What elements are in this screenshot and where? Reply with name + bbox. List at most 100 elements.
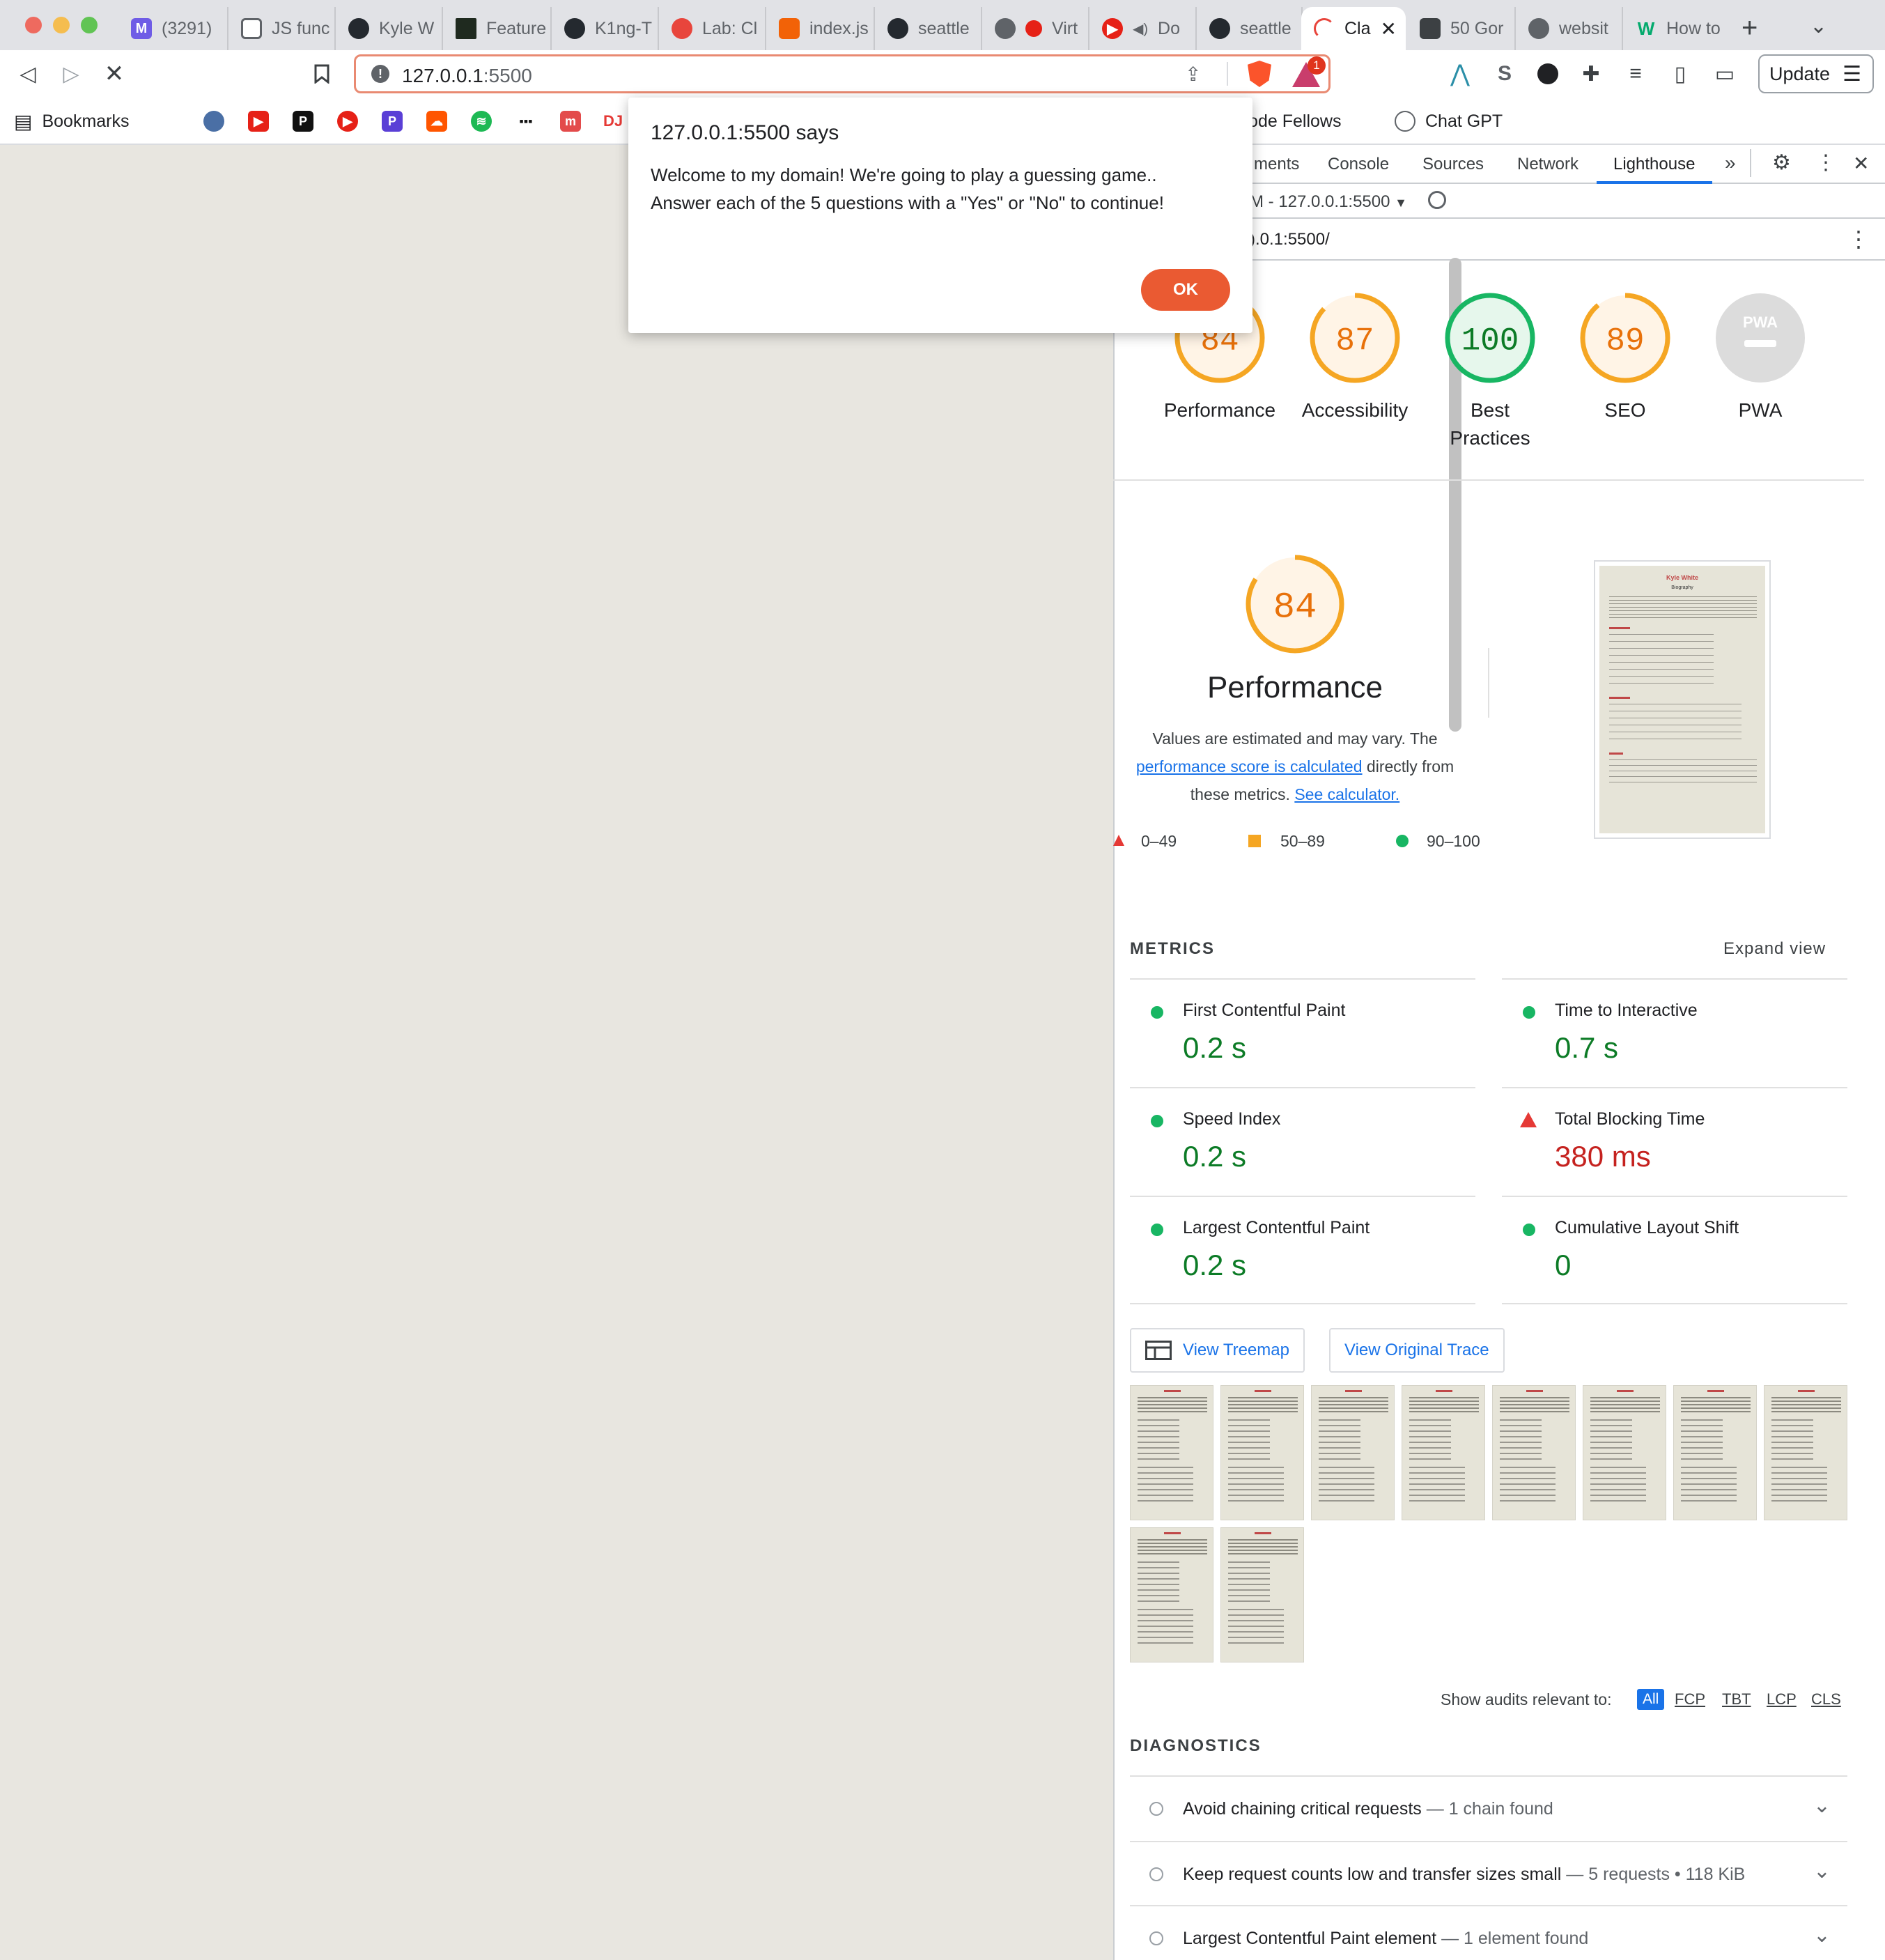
extension-chatgpt-icon[interactable] — [1533, 59, 1563, 89]
clear-report-icon[interactable] — [1428, 191, 1446, 209]
expand-view-toggle[interactable]: Expand view — [1723, 939, 1826, 959]
browser-tab[interactable]: JS func — [228, 7, 336, 50]
final-screenshot[interactable]: Kyle White Biography — [1594, 560, 1771, 839]
browser-tab[interactable]: index.js — [766, 7, 875, 50]
sidebar-icon[interactable]: ▯ — [1665, 59, 1696, 89]
more-options-icon[interactable]: ⋮ — [1815, 151, 1836, 175]
bookmark-page-icon[interactable] — [307, 59, 337, 89]
bookmarks-menu[interactable]: ▤ Bookmarks — [14, 109, 130, 134]
bookmark-item[interactable] — [203, 109, 224, 134]
filmstrip-frame — [1583, 1385, 1666, 1520]
browser-tab[interactable]: websit — [1516, 7, 1623, 50]
more-tabs-icon[interactable]: » — [1725, 152, 1736, 174]
browser-tab[interactable]: Kyle W — [336, 7, 443, 50]
expand-chevron-icon[interactable]: ⌄ — [1813, 1793, 1831, 1818]
report-options-icon[interactable]: ⋮ — [1847, 226, 1870, 252]
address-bar[interactable]: ! 127.0.0.1:5500 ⇪ 1 — [354, 54, 1331, 93]
gauge-ring: 89 — [1580, 293, 1670, 383]
filter-lcp[interactable]: LCP — [1767, 1690, 1797, 1708]
minimize-window-button[interactable] — [53, 17, 70, 33]
filter-all-chip[interactable]: All — [1637, 1689, 1665, 1710]
browser-tab[interactable]: W How to — [1623, 7, 1730, 50]
screenshot-text-lines — [1609, 634, 1714, 690]
close-window-button[interactable] — [25, 17, 42, 33]
zoom-window-button[interactable] — [81, 17, 98, 33]
tab-search-chevron-icon[interactable]: ⌄ — [1810, 14, 1827, 38]
score-gauge-accessibility[interactable]: 87 Accessibility — [1287, 291, 1422, 424]
close-tab-icon[interactable]: ✕ — [1381, 17, 1397, 40]
browser-tab[interactable]: K1ng-T — [552, 7, 659, 50]
expand-chevron-icon[interactable]: ⌄ — [1813, 1859, 1831, 1883]
filmstrip-frame — [1673, 1385, 1757, 1520]
browser-tab[interactable]: Lab: Cl — [659, 7, 766, 50]
stop-loading-button[interactable]: ✕ — [99, 59, 130, 89]
tab-sources[interactable]: Sources — [1422, 155, 1484, 174]
rewards-badge: 1 — [1308, 56, 1326, 75]
view-original-trace-button[interactable]: View Original Trace — [1329, 1328, 1505, 1373]
forward-button[interactable]: ▷ — [56, 59, 86, 89]
audit-row[interactable]: Keep request counts low and transfer siz… — [1130, 1841, 1847, 1906]
tab-lighthouse[interactable]: Lighthouse — [1613, 155, 1695, 174]
update-button[interactable]: Update ☰ — [1758, 54, 1874, 93]
browser-tab[interactable]: ▶ ◀) Do — [1089, 7, 1197, 50]
close-devtools-icon[interactable]: ✕ — [1853, 152, 1869, 175]
media-controls-icon[interactable]: ≡ — [1620, 59, 1651, 89]
audit-row[interactable]: Avoid chaining critical requests — 1 cha… — [1130, 1775, 1847, 1841]
score-gauge-seo[interactable]: 89 SEO — [1558, 291, 1693, 424]
browser-tab[interactable]: Feature — [443, 7, 552, 50]
wallet-icon[interactable]: ▭ — [1709, 59, 1740, 89]
see-calculator-link[interactable]: See calculator. — [1294, 785, 1399, 803]
mail-icon: M — [131, 18, 152, 39]
filmstrip-frame — [1130, 1527, 1213, 1662]
site-info-icon[interactable]: ! — [371, 65, 389, 83]
extension-s-icon[interactable]: S — [1489, 59, 1520, 89]
expand-chevron-icon[interactable]: ⌄ — [1813, 1923, 1831, 1947]
bookmark-item[interactable]: ▶ — [337, 109, 358, 134]
info-audit-icon — [1149, 1802, 1163, 1816]
report-selector[interactable]: M - 127.0.0.1:5500 ▼ — [1250, 192, 1407, 212]
alert-dialog: 127.0.0.1:5500 says Welcome to my domain… — [628, 98, 1252, 333]
extensions-puzzle-icon[interactable]: ✚ — [1576, 59, 1606, 89]
bookmark-chat-gpt[interactable]: Chat GPT — [1395, 109, 1503, 134]
filter-cls[interactable]: CLS — [1811, 1690, 1841, 1708]
bookmark-item[interactable]: ▶ — [248, 109, 269, 134]
bookmark-item[interactable]: ≋ — [471, 109, 492, 134]
bookmark-item[interactable]: P — [293, 109, 313, 134]
ok-button[interactable]: OK — [1141, 269, 1230, 311]
browser-tab[interactable]: Virt — [982, 7, 1089, 50]
youtube-music-icon: ▶ — [337, 111, 358, 132]
browser-tab-active[interactable]: Cla ✕ — [1301, 7, 1406, 50]
bookmark-item[interactable]: P — [382, 109, 403, 134]
back-button[interactable]: ◁ — [13, 59, 43, 89]
filmstrip-frame — [1130, 1385, 1213, 1520]
bookmark-item[interactable]: ▪▪▪ — [515, 109, 536, 134]
bookmark-item[interactable]: ☁ — [426, 109, 447, 134]
browser-tab[interactable]: 50 Gor — [1407, 7, 1516, 50]
share-icon[interactable]: ⇪ — [1185, 63, 1201, 86]
url-text[interactable]: 127.0.0.1:5500 — [402, 65, 532, 87]
filter-tbt[interactable]: TBT — [1722, 1690, 1751, 1708]
score-calculation-link[interactable]: performance score is calculated — [1136, 757, 1363, 775]
settings-gear-icon[interactable]: ⚙ — [1772, 151, 1791, 175]
tab-elements[interactable]: ments — [1254, 155, 1299, 174]
browser-tab[interactable]: M (3291) — [118, 7, 228, 50]
globe-icon — [995, 18, 1016, 39]
filter-fcp[interactable]: FCP — [1675, 1690, 1705, 1708]
tab-network[interactable]: Network — [1517, 155, 1578, 174]
score-gauge-best-practices[interactable]: 100 Best Practices — [1422, 291, 1558, 452]
view-treemap-button[interactable]: View Treemap — [1130, 1328, 1305, 1373]
extension-vpn-icon[interactable]: ⋀ — [1445, 59, 1475, 89]
score-gauge-pwa[interactable]: PWA PWA — [1693, 291, 1828, 424]
audit-row[interactable]: Largest Contentful Paint element — 1 ele… — [1130, 1905, 1847, 1960]
browser-tab[interactable]: seattle — [875, 7, 982, 50]
audio-playing-icon[interactable]: ◀) — [1133, 20, 1148, 38]
bookmark-item[interactable]: m — [560, 109, 581, 134]
filter-label: Show audits relevant to: — [1441, 1690, 1612, 1708]
browser-tab[interactable]: seattle — [1197, 7, 1303, 50]
dialog-message-line: Answer each of the 5 questions with a "Y… — [651, 192, 1164, 213]
score-value: 89 — [1606, 323, 1644, 360]
new-tab-button[interactable]: + — [1742, 13, 1758, 44]
tab-console[interactable]: Console — [1328, 155, 1389, 174]
bookmark-item[interactable]: DJ — [603, 109, 623, 134]
brave-shields-icon[interactable] — [1248, 61, 1271, 87]
